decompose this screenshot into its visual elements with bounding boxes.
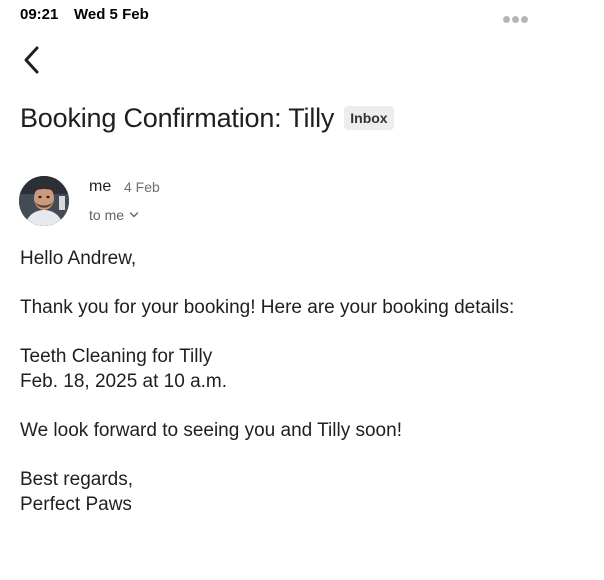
- thanks-line: Thank you for your booking! Here are you…: [20, 297, 515, 319]
- email-body: Hello Andrew, Thank you for your booking…: [20, 247, 590, 518]
- signature-line: Perfect Paws: [20, 493, 132, 515]
- inbox-label-badge[interactable]: Inbox: [344, 106, 394, 130]
- signoff-line: Best regards,: [20, 469, 133, 491]
- service-line: Teeth Cleaning for Tilly: [20, 346, 213, 368]
- status-bar: 09:21 Wed 5 Feb: [0, 0, 604, 30]
- subject-row: Booking Confirmation: Tilly Inbox: [20, 98, 394, 138]
- avatar-photo: [19, 176, 69, 226]
- sent-date: 4 Feb: [124, 179, 160, 195]
- recipient-details-toggle[interactable]: to me: [89, 207, 139, 223]
- recipient-line: to me: [89, 207, 125, 223]
- greeting: Hello Andrew,: [20, 248, 137, 269]
- avatar[interactable]: [19, 176, 69, 226]
- closing-line: We look forward to seeing you and Tilly …: [20, 420, 402, 442]
- more-horizontal-icon[interactable]: [503, 10, 531, 23]
- sender-name: me: [89, 178, 112, 195]
- appointment-line: Feb. 18, 2025 at 10 a.m.: [20, 370, 228, 392]
- status-date: Wed 5 Feb: [74, 6, 149, 23]
- email-subject: Booking Confirmation: Tilly: [20, 102, 335, 133]
- chevron-left-icon: [24, 46, 39, 74]
- status-time: 09:21: [20, 6, 59, 23]
- back-button[interactable]: [18, 44, 48, 76]
- chevron-down-icon: [129, 212, 139, 218]
